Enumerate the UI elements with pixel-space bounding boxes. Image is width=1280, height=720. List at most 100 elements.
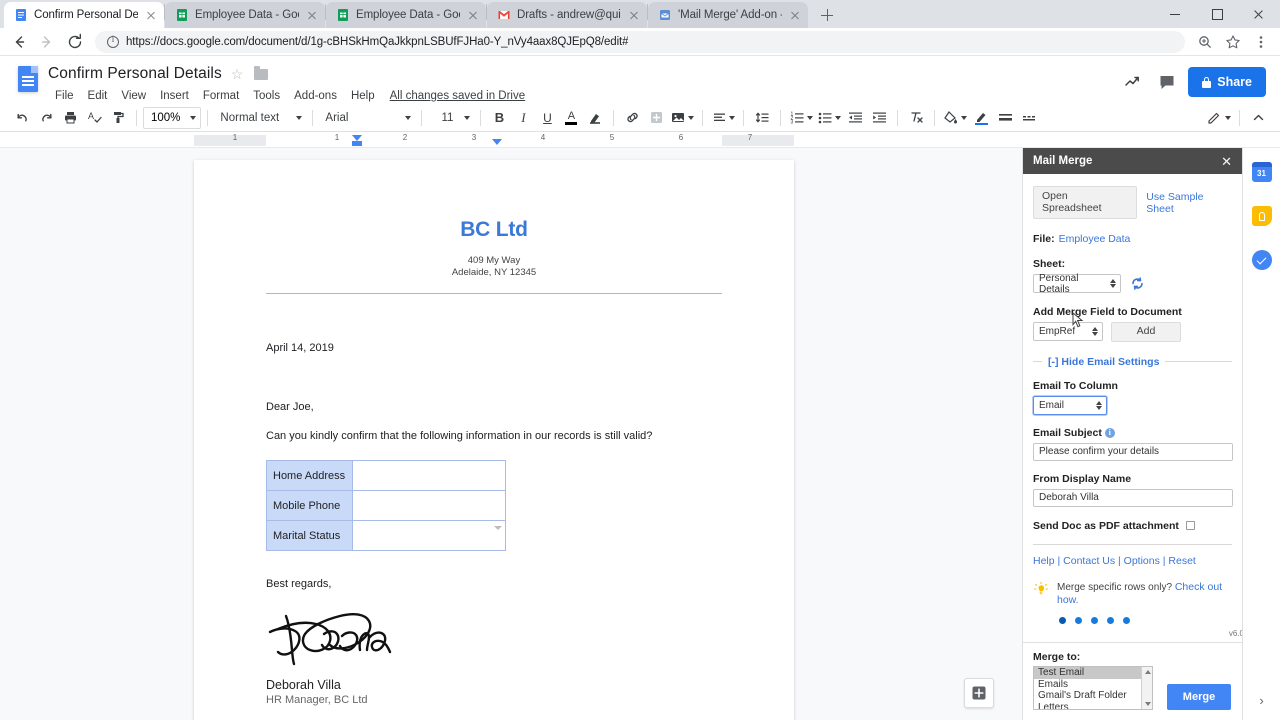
google-keep-icon[interactable] <box>1251 206 1272 226</box>
cell-dropdown-icon[interactable] <box>494 524 502 532</box>
from-display-name-input[interactable]: Deborah Villa <box>1033 488 1233 507</box>
email-settings-toggle-row[interactable]: [-] Hide Email Settings <box>1033 356 1232 368</box>
italic-button[interactable]: I <box>511 106 535 130</box>
text-color-button[interactable]: A <box>559 106 583 130</box>
merge-to-option-gmail-draft[interactable]: Gmail's Draft Folder <box>1034 690 1152 702</box>
insert-image-icon[interactable] <box>668 106 696 130</box>
google-tasks-icon[interactable] <box>1251 250 1272 270</box>
bold-button[interactable]: B <box>487 106 511 130</box>
reset-link[interactable]: Reset <box>1168 555 1195 567</box>
menu-item-view[interactable]: View <box>114 88 153 104</box>
reload-icon[interactable] <box>62 29 88 55</box>
chevron-right-icon[interactable]: › <box>1259 693 1263 708</box>
menu-item-help[interactable]: Help <box>344 88 382 104</box>
carousel-dot-2[interactable] <box>1075 616 1082 624</box>
activity-icon[interactable] <box>1120 69 1146 95</box>
open-spreadsheet-button[interactable]: Open Spreadsheet <box>1033 186 1138 220</box>
link-icon[interactable] <box>620 106 644 130</box>
table-row[interactable]: Marital Status <box>266 520 506 552</box>
merge-button[interactable]: Merge <box>1167 684 1231 710</box>
merge-to-listbox[interactable]: Test Email Emails Gmail's Draft Folder L… <box>1033 666 1153 710</box>
star-icon[interactable]: ☆ <box>231 67 245 81</box>
close-icon[interactable] <box>627 8 641 22</box>
merge-to-option-test-email[interactable]: Test Email <box>1034 667 1152 679</box>
left-indent-marker[interactable] <box>352 141 362 146</box>
table-value-marital-status[interactable] <box>352 520 506 552</box>
table-row[interactable]: Home Address <box>266 460 506 492</box>
highlight-icon[interactable] <box>583 106 607 130</box>
border-color-icon[interactable] <box>969 106 993 130</box>
align-icon[interactable] <box>709 106 737 130</box>
decrease-indent-icon[interactable] <box>843 106 867 130</box>
refresh-icon[interactable] <box>1131 277 1144 290</box>
page-title[interactable]: Confirm Personal Details <box>48 65 222 83</box>
use-sample-sheet-link[interactable]: Use Sample Sheet <box>1146 191 1232 215</box>
browser-tab-3[interactable]: Drafts - andrew@quicklution.com <box>487 2 647 28</box>
forward-icon[interactable] <box>34 29 60 55</box>
line-spacing-icon[interactable] <box>750 106 774 130</box>
bulleted-list-icon[interactable] <box>815 106 843 130</box>
document-scroll-area[interactable]: BC Ltd 409 My Way Adelaide, NY 12345 Apr… <box>0 148 1022 720</box>
zoom-icon[interactable] <box>1192 29 1218 55</box>
add-comment-icon[interactable] <box>644 106 668 130</box>
menu-item-edit[interactable]: Edit <box>81 88 115 104</box>
undo-icon[interactable] <box>10 106 34 130</box>
border-dash-icon[interactable] <box>1017 106 1041 130</box>
merge-field-select[interactable]: EmpRef <box>1033 322 1103 342</box>
kebab-menu-icon[interactable] <box>1248 29 1274 55</box>
carousel-dot-4[interactable] <box>1107 616 1114 624</box>
font-size-select[interactable]: 11 <box>428 107 474 129</box>
redo-icon[interactable] <box>34 106 58 130</box>
menu-item-insert[interactable]: Insert <box>153 88 196 104</box>
spellcheck-icon[interactable]: A <box>82 106 106 130</box>
explore-button[interactable] <box>964 678 994 708</box>
hide-email-settings-toggle[interactable]: [-] Hide Email Settings <box>1048 356 1159 368</box>
right-indent-marker[interactable] <box>492 139 502 145</box>
browser-tab-1[interactable]: Employee Data - Google Sheets <box>165 2 325 28</box>
zoom-select[interactable]: 100% <box>143 106 202 129</box>
share-button[interactable]: Share <box>1188 67 1266 97</box>
minimize-button[interactable] <box>1154 0 1196 28</box>
sheet-select[interactable]: Personal Details <box>1033 273 1121 295</box>
merge-to-option-letters[interactable]: Letters <box>1034 702 1152 710</box>
hide-menus-icon[interactable] <box>1246 106 1270 130</box>
help-link[interactable]: Help <box>1033 555 1055 567</box>
maximize-button[interactable] <box>1196 0 1238 28</box>
numbered-list-icon[interactable]: 123 <box>787 106 815 130</box>
carousel-dot-3[interactable] <box>1091 616 1098 624</box>
carousel-dots[interactable] <box>1059 616 1232 624</box>
edit-mode-icon[interactable] <box>1204 106 1233 130</box>
email-to-column-select[interactable]: Email <box>1033 395 1107 415</box>
contact-us-link[interactable]: Contact Us <box>1063 555 1115 567</box>
menu-item-file[interactable]: File <box>48 88 81 104</box>
close-icon[interactable] <box>305 8 319 22</box>
font-select[interactable]: Arial <box>319 107 415 129</box>
menu-item-format[interactable]: Format <box>196 88 246 104</box>
menu-item-tools[interactable]: Tools <box>246 88 287 104</box>
border-width-icon[interactable] <box>993 106 1017 130</box>
table-value-home-address[interactable] <box>352 460 506 492</box>
address-bar[interactable]: https://docs.google.com/document/d/1g-cB… <box>95 30 1185 53</box>
email-subject-input[interactable]: Please confirm your details <box>1033 442 1233 461</box>
carousel-dot-1[interactable] <box>1059 616 1066 624</box>
add-field-button[interactable]: Add <box>1111 322 1181 342</box>
underline-button[interactable]: U <box>535 106 559 130</box>
options-link[interactable]: Options <box>1124 555 1160 567</box>
google-docs-logo-icon[interactable] <box>12 63 42 99</box>
carousel-dot-5[interactable] <box>1123 616 1130 624</box>
table-row[interactable]: Mobile Phone <box>266 490 506 522</box>
details-table[interactable]: Home Address Mobile Phone Marital Status <box>266 460 506 552</box>
site-info-icon[interactable] <box>107 34 119 48</box>
file-name-link[interactable]: Employee Data <box>1059 233 1131 245</box>
scroll-up-icon[interactable] <box>1144 670 1151 674</box>
google-calendar-icon[interactable]: 31 <box>1251 162 1272 182</box>
browser-tab-2[interactable]: Employee Data - Google Sheets <box>326 2 486 28</box>
browser-tab-0[interactable]: Confirm Personal Details - Goog <box>4 2 164 28</box>
ruler[interactable]: 1 1 2 3 4 5 6 7 <box>0 132 1280 148</box>
window-close-button[interactable] <box>1238 0 1280 28</box>
bookmark-star-icon[interactable] <box>1220 29 1246 55</box>
close-icon[interactable] <box>144 8 158 22</box>
table-value-mobile-phone[interactable] <box>352 490 506 522</box>
close-icon[interactable] <box>466 8 480 22</box>
folder-icon[interactable] <box>253 66 268 80</box>
